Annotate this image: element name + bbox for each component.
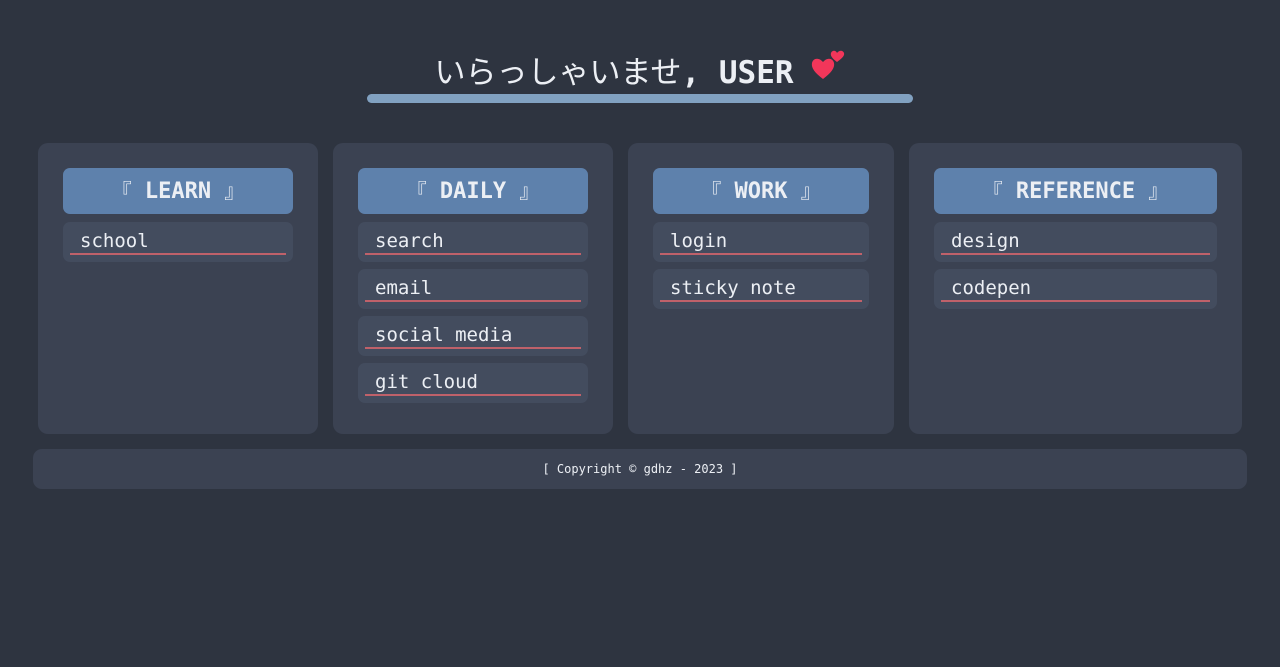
bracket-open: 『 — [701, 179, 722, 203]
card-title-text: LEARN — [144, 179, 212, 204]
two-hearts-icon — [810, 46, 846, 95]
link-login[interactable]: login — [653, 222, 869, 262]
card-daily: 『 DAILY 』 search email social media git … — [333, 143, 613, 434]
card-title-text: REFERENCE — [1015, 179, 1136, 204]
greeting: いらっしゃいませ, USER — [367, 50, 913, 99]
link-label[interactable]: codepen — [941, 269, 1210, 302]
link-label[interactable]: email — [365, 269, 581, 302]
link-label[interactable]: design — [941, 222, 1210, 255]
card-title: 『 WORK 』 — [653, 168, 869, 214]
link-label[interactable]: search — [365, 222, 581, 255]
card-title-text: DAILY — [439, 179, 507, 204]
link-list: search email social media git cloud — [358, 222, 588, 403]
card-title-text: WORK — [734, 179, 788, 204]
link-social-media[interactable]: social media — [358, 316, 588, 356]
card-title: 『 DAILY 』 — [358, 168, 588, 214]
link-label[interactable]: git cloud — [365, 363, 581, 396]
greeting-separator: , — [681, 55, 701, 91]
bracket-close: 』 — [1148, 179, 1169, 203]
link-email[interactable]: email — [358, 269, 588, 309]
footer: [ Copyright © gdhz - 2023 ] — [33, 449, 1247, 489]
link-label[interactable]: login — [660, 222, 862, 255]
card-title: 『 LEARN 』 — [63, 168, 293, 214]
greeting-text: いらっしゃいませ — [434, 55, 682, 91]
bracket-close: 』 — [519, 179, 540, 203]
link-school[interactable]: school — [63, 222, 293, 262]
link-git-cloud[interactable]: git cloud — [358, 363, 588, 403]
card-work: 『 WORK 』 login sticky note — [628, 143, 894, 434]
bracket-close: 』 — [224, 179, 245, 203]
bracket-open: 『 — [982, 179, 1003, 203]
user-name: USER — [718, 55, 794, 91]
link-label[interactable]: school — [70, 222, 286, 255]
link-sticky-note[interactable]: sticky note — [653, 269, 869, 309]
bracket-close: 』 — [800, 179, 821, 203]
card-learn: 『 LEARN 』 school — [38, 143, 318, 434]
link-search[interactable]: search — [358, 222, 588, 262]
card-title: 『 REFERENCE 』 — [934, 168, 1217, 214]
link-list: school — [63, 222, 293, 262]
copyright-text: [ Copyright © gdhz - 2023 ] — [542, 462, 738, 476]
header-underline — [367, 94, 913, 103]
card-reference: 『 REFERENCE 』 design codepen — [909, 143, 1242, 434]
link-design[interactable]: design — [934, 222, 1217, 262]
link-label[interactable]: sticky note — [660, 269, 862, 302]
link-list: login sticky note — [653, 222, 869, 309]
bracket-open: 『 — [111, 179, 132, 203]
bracket-open: 『 — [406, 179, 427, 203]
header: いらっしゃいませ, USER — [367, 50, 913, 103]
link-codepen[interactable]: codepen — [934, 269, 1217, 309]
link-list: design codepen — [934, 222, 1217, 309]
link-label[interactable]: social media — [365, 316, 581, 349]
